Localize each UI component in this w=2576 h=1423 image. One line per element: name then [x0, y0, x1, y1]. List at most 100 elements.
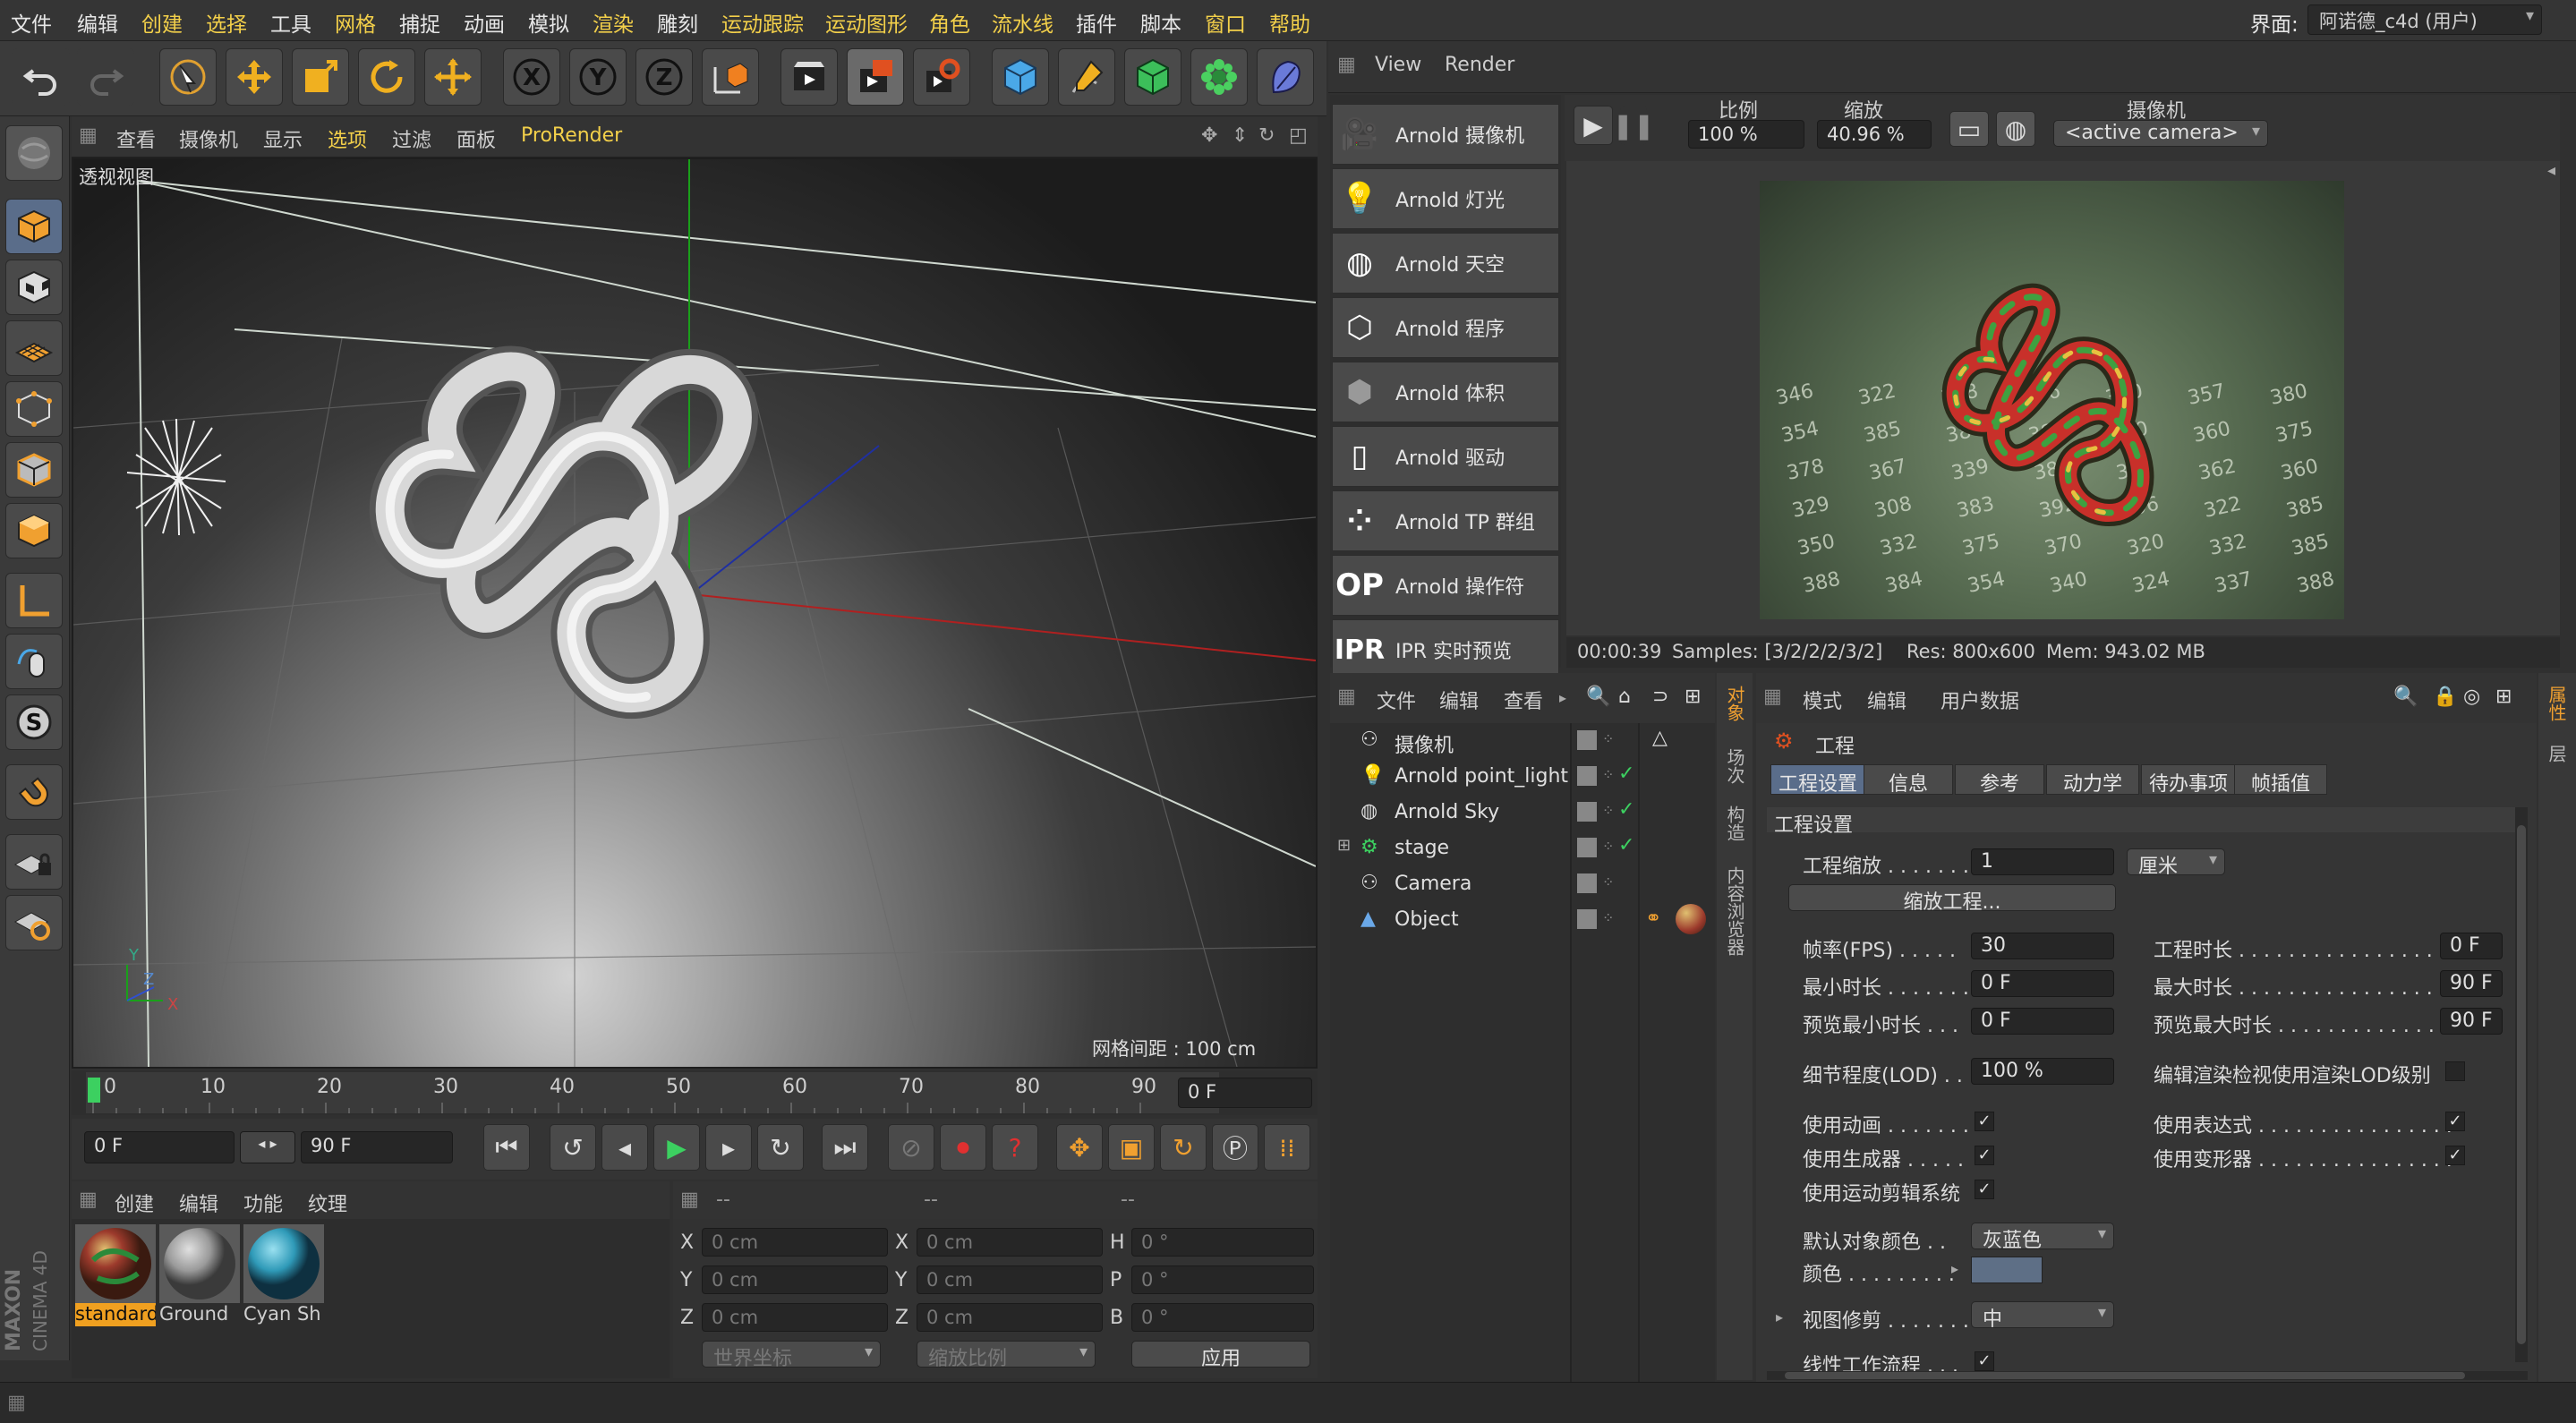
enabled-check[interactable]: ✓ — [1618, 798, 1634, 821]
linear-workflow-checkbox[interactable]: ✓ — [1975, 1351, 1994, 1371]
am-menu-user-data[interactable]: 用户数据 — [1941, 686, 2019, 714]
menu-pipeline[interactable]: 流水线 — [992, 7, 1053, 38]
object-row[interactable]: ◍ Arnold Sky ⁘ ✓ — [1330, 795, 1715, 831]
om-new-window-icon[interactable]: ⊞ — [1685, 686, 1701, 708]
pos-x-field[interactable]: 0 cm — [702, 1228, 888, 1257]
arnold-volume-button[interactable]: ⬢ Arnold 体积 — [1332, 362, 1559, 422]
menu-render[interactable]: 渲染 — [593, 7, 634, 38]
vp-menu-filter[interactable]: 过滤 — [392, 124, 431, 153]
visibility-dots-icon[interactable]: ⁘ — [1602, 838, 1614, 855]
world-coordinates-select[interactable]: 世界坐标 — [702, 1341, 881, 1370]
ipr-preview-button[interactable]: IPR IPR 实时预览 — [1332, 619, 1559, 680]
rotate-key-icon[interactable]: ↻ — [1160, 1124, 1207, 1171]
menu-create[interactable]: 创建 — [141, 7, 183, 38]
om-menu-file[interactable]: 文件 — [1377, 686, 1416, 714]
expand-icon[interactable]: ⊞ — [1337, 836, 1351, 855]
model-mode-icon[interactable] — [5, 199, 63, 254]
pos-y-field[interactable]: 0 cm — [702, 1265, 888, 1294]
vp-zoom-icon[interactable]: ⇕ — [1232, 124, 1248, 147]
previous-frame-icon[interactable]: ◂ — [601, 1124, 648, 1171]
tab-takes[interactable]: 场次 — [1722, 748, 1748, 784]
use-deformers-checkbox[interactable]: ✓ — [2445, 1146, 2465, 1165]
material-swatch-cyan[interactable]: Cyan Sh — [243, 1224, 324, 1328]
material-swatch-ground[interactable]: Ground — [159, 1224, 240, 1328]
material-swatch-standard[interactable]: standard — [75, 1224, 156, 1328]
layer-toggle[interactable] — [1577, 838, 1597, 857]
tab-reference[interactable]: 参考 — [1955, 764, 2044, 796]
render-picture-viewer-icon[interactable] — [847, 48, 904, 106]
rotate-icon[interactable] — [358, 48, 415, 106]
visibility-dots-icon[interactable]: ⁘ — [1602, 873, 1614, 890]
previous-key-icon[interactable]: ↺ — [550, 1124, 596, 1171]
tab-dynamics[interactable]: 动力学 — [2046, 764, 2139, 796]
menu-simulate[interactable]: 模拟 — [528, 7, 569, 38]
om-more-icon[interactable]: ▸ — [1559, 689, 1566, 706]
parameter-key-icon[interactable]: Ⓟ — [1212, 1124, 1258, 1171]
arnold-procedural-button[interactable]: ⬡ Arnold 程序 — [1332, 297, 1559, 358]
tab-project-settings[interactable]: 工程设置 — [1770, 764, 1866, 796]
cube-icon[interactable] — [992, 48, 1049, 106]
workplane-icon[interactable] — [5, 320, 63, 376]
deformer-icon[interactable] — [1257, 48, 1314, 106]
tab-layers[interactable]: 层 — [2544, 745, 2570, 763]
enabled-check[interactable]: ✓ — [1618, 834, 1634, 856]
size-z-field[interactable]: 0 cm — [917, 1303, 1103, 1332]
render-canvas[interactable]: 346 322 388 346 330 357 380 354 385 386 385 390 360 3… — [1566, 161, 2560, 635]
preview-min-field[interactable]: 0 F — [1971, 1008, 2114, 1035]
scale-project-button[interactable]: 缩放工程... — [1788, 884, 2116, 914]
grid-lock-icon[interactable] — [5, 834, 63, 890]
menu-window[interactable]: 窗口 — [1205, 7, 1246, 38]
menu-plugins[interactable]: 插件 — [1076, 7, 1117, 38]
om-menu-edit[interactable]: 编辑 — [1439, 686, 1479, 714]
visibility-dots-icon[interactable]: ⁘ — [1602, 730, 1614, 747]
lod-field[interactable]: 100 % — [1971, 1058, 2114, 1085]
rv-menu-render[interactable]: Render — [1445, 54, 1514, 76]
snap-icon[interactable]: S — [5, 694, 63, 750]
view-clip-select[interactable]: 中 — [1971, 1301, 2114, 1331]
om-home-icon[interactable]: ⌂ — [1618, 686, 1631, 708]
object-row[interactable]: ⚇ Camera ⁘ — [1330, 866, 1715, 902]
workplane-lock-icon[interactable] — [5, 895, 63, 950]
layout-select[interactable]: 阿诺德_c4d (用户) — [2307, 4, 2542, 35]
phong-tag-icon[interactable]: ⚭ — [1645, 907, 1661, 930]
object-row[interactable]: ⚇ 摄像机 ⁘ △ — [1330, 723, 1715, 759]
scale-icon[interactable] — [292, 48, 349, 106]
render-view-icon[interactable] — [780, 48, 838, 106]
use-generators-checkbox[interactable]: ✓ — [1975, 1146, 1994, 1165]
next-key-icon[interactable]: ↻ — [757, 1124, 804, 1171]
arnold-driver-button[interactable]: ▯ Arnold 驱动 — [1332, 426, 1559, 487]
subdivision-icon[interactable] — [1124, 48, 1181, 106]
render-lod-checkbox[interactable] — [2445, 1061, 2465, 1081]
color-swatch[interactable] — [1971, 1257, 2043, 1283]
visibility-dots-icon[interactable]: ⁘ — [1602, 909, 1614, 926]
fps-field[interactable]: 30 — [1971, 933, 2114, 959]
am-hscrollbar[interactable] — [1767, 1371, 2528, 1380]
size-y-field[interactable]: 0 cm — [917, 1265, 1103, 1294]
rot-p-field[interactable]: 0 ° — [1131, 1265, 1314, 1294]
vp-menu-view[interactable]: 查看 — [116, 124, 156, 153]
go-to-start-icon[interactable]: ⏮ — [483, 1124, 530, 1171]
am-menu-mode[interactable]: 模式 — [1803, 686, 1842, 714]
menu-help[interactable]: 帮助 — [1269, 7, 1310, 38]
mat-menu-create[interactable]: 创建 — [115, 1189, 154, 1217]
size-x-field[interactable]: 0 cm — [917, 1228, 1103, 1257]
undo-icon[interactable] — [13, 48, 70, 106]
arnold-camera-button[interactable]: 🎥 Arnold 摄像机 — [1332, 104, 1559, 165]
rv-globe-icon[interactable]: ◍ — [1996, 111, 2035, 147]
coordinate-system-icon[interactable] — [702, 48, 759, 106]
arnold-sky-button[interactable]: ◍ Arnold 天空 — [1332, 233, 1559, 294]
tab-content-browser[interactable]: 内容浏览器 — [1722, 866, 1748, 956]
visibility-dots-icon[interactable]: ⁘ — [1602, 802, 1614, 819]
collapse-arrow-icon[interactable]: ◂ — [2547, 161, 2565, 180]
view-clip-expand-icon[interactable]: ▸ — [1776, 1308, 1783, 1325]
tag-icon[interactable]: △ — [1652, 727, 1668, 749]
move-icon[interactable] — [226, 48, 283, 106]
camera-select[interactable]: <active camera> — [2053, 120, 2268, 147]
am-search-icon[interactable]: 🔍 — [2393, 686, 2418, 708]
mat-menu-edit[interactable]: 编辑 — [179, 1189, 218, 1217]
redo-icon[interactable] — [77, 48, 134, 106]
min-time-field[interactable]: 0 F — [1971, 970, 2114, 997]
arnold-tp-group-button[interactable]: ⁘ Arnold TP 群组 — [1332, 490, 1559, 551]
am-hscrollbar-thumb[interactable] — [1785, 1372, 2465, 1379]
menu-mesh[interactable]: 网格 — [335, 7, 376, 38]
